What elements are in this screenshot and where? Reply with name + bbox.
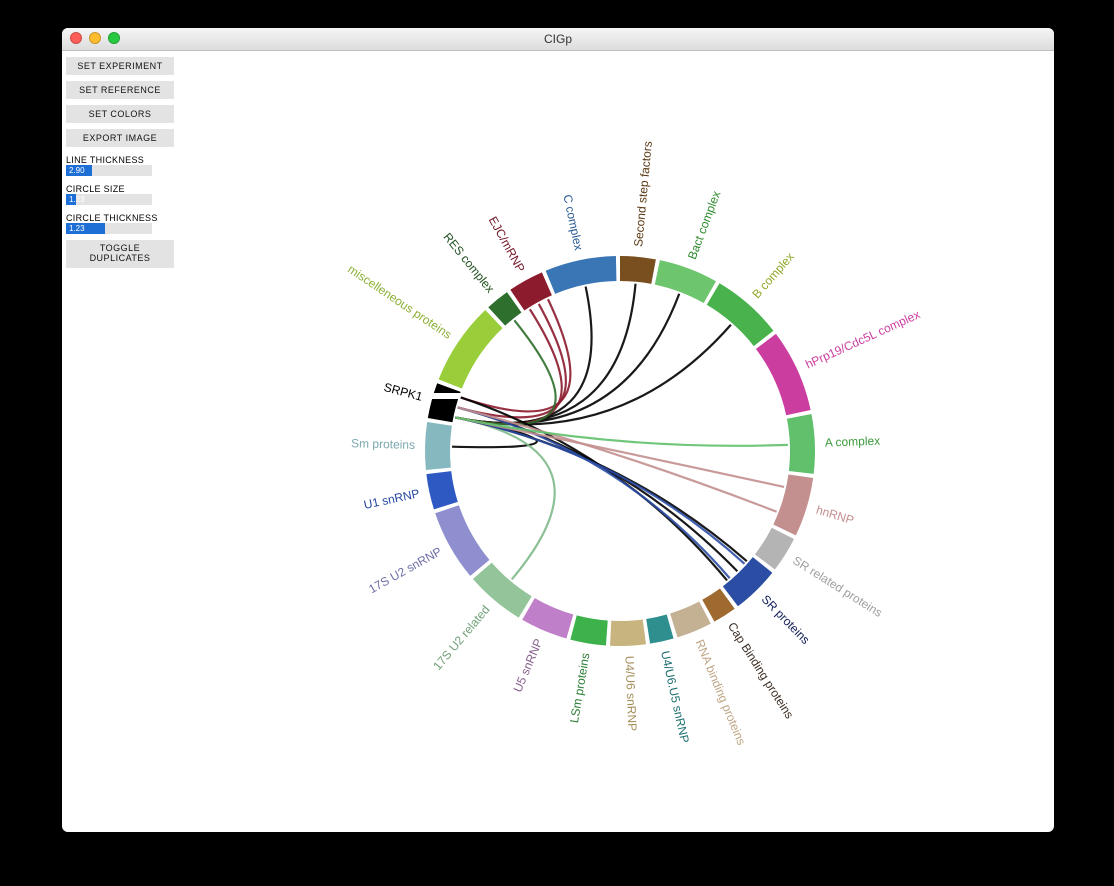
- window-title: CIGp: [544, 32, 572, 46]
- segment-hnrnp[interactable]: [773, 474, 813, 535]
- segment-lsm-proteins[interactable]: [570, 615, 607, 645]
- segment-miscelleneous-proteins[interactable]: [439, 310, 503, 389]
- segment-label: U5 snRNP: [510, 637, 545, 695]
- chord-link: [458, 407, 730, 578]
- segment-bact-complex[interactable]: [655, 260, 716, 303]
- segment-label: Sm proteins: [351, 436, 415, 452]
- segment-label: EJC/mRNP: [486, 214, 528, 274]
- segment-label: A complex: [825, 434, 881, 450]
- segment-label: SR proteins: [759, 592, 813, 647]
- segment-second-step-factors[interactable]: [620, 256, 656, 284]
- segment-u1-snrnp[interactable]: [426, 471, 457, 509]
- sidebar: SET EXPERIMENT SET REFERENCE SET COLORS …: [62, 51, 180, 832]
- segment-label: hnRNP: [814, 503, 855, 528]
- set-reference-button[interactable]: SET REFERENCE: [66, 81, 174, 99]
- segment-sm-proteins[interactable]: [425, 422, 452, 470]
- segment-u4-u6-u5-snrnp[interactable]: [646, 614, 673, 643]
- segment-label: LSm proteins: [567, 652, 592, 724]
- segment-sr-related-proteins[interactable]: [755, 528, 794, 570]
- circle-size-label: CIRCLE SIZE: [66, 184, 174, 194]
- export-image-button[interactable]: EXPORT IMAGE: [66, 129, 174, 147]
- set-experiment-button[interactable]: SET EXPERIMENT: [66, 57, 174, 75]
- segment-u5-snrnp[interactable]: [522, 598, 573, 638]
- segment-label: B complex: [749, 250, 796, 301]
- chord-link: [458, 407, 738, 571]
- segment-label: U4/U6 snRNP: [622, 656, 639, 732]
- circle-thickness-slider[interactable]: 1.23: [66, 223, 152, 234]
- line-thickness-value: 2.90: [69, 165, 85, 176]
- line-thickness-label: LINE THICKNESS: [66, 155, 174, 165]
- segment-label: U4/U6.U5 snRNP: [658, 650, 692, 745]
- circle-size-slider[interactable]: 1.23: [66, 194, 152, 205]
- set-colors-button[interactable]: SET COLORS: [66, 105, 174, 123]
- window-controls: [70, 32, 120, 44]
- segment-label: RNA binding proteins: [693, 637, 749, 747]
- segment-label: Second step factors: [631, 141, 655, 248]
- segment-label: SR related proteins: [790, 553, 884, 619]
- segment-17s-u2-snrnp[interactable]: [435, 505, 489, 576]
- segment-label: Bact complex: [685, 189, 724, 261]
- segment-label: 17S U2 snRNP: [366, 544, 444, 596]
- segment-label: U1 snRNP: [362, 486, 420, 512]
- segment-label: SRPK1: [382, 380, 424, 404]
- segment-a-complex[interactable]: [787, 414, 815, 474]
- segment-label: RES complex: [441, 230, 498, 295]
- title-bar: CIGp: [62, 28, 1054, 51]
- segment-label: C complex: [560, 193, 585, 251]
- toggle-duplicates-button[interactable]: TOGGLE DUPLICATES: [66, 240, 174, 268]
- segment-label: 17S U2 related: [430, 603, 492, 673]
- segment-ejc-mrnp[interactable]: [510, 272, 552, 310]
- close-icon[interactable]: [70, 32, 82, 44]
- chord-diagram[interactable]: Second step factors Bact complex B complex…: [180, 51, 1054, 832]
- content-area: SET EXPERIMENT SET REFERENCE SET COLORS …: [62, 51, 1054, 832]
- circle-thickness-label: CIRCLE THICKNESS: [66, 213, 174, 223]
- segment-c-complex[interactable]: [546, 256, 617, 294]
- circle-thickness-value: 1.23: [69, 223, 85, 234]
- segment-label: Cap Binding proteins: [725, 620, 797, 721]
- segment-label: hPrp19/Cdc5L complex: [803, 307, 922, 371]
- maximize-icon[interactable]: [108, 32, 120, 44]
- app-window: CIGp SET EXPERIMENT SET REFERENCE SET CO…: [62, 28, 1054, 832]
- segment-rna-binding-proteins[interactable]: [670, 601, 711, 637]
- segment-label: miscelleneous proteins: [345, 262, 454, 342]
- minimize-icon[interactable]: [89, 32, 101, 44]
- segment-u4-u6-snrnp[interactable]: [610, 619, 646, 646]
- circle-size-value: 1.23: [69, 194, 85, 205]
- segment-hprp19-cdc5l-complex[interactable]: [756, 334, 811, 415]
- line-thickness-slider[interactable]: 2.90: [66, 165, 152, 176]
- chord-link: [455, 325, 730, 425]
- chord-link: [455, 284, 635, 423]
- segment-srpk1[interactable]: [428, 383, 461, 422]
